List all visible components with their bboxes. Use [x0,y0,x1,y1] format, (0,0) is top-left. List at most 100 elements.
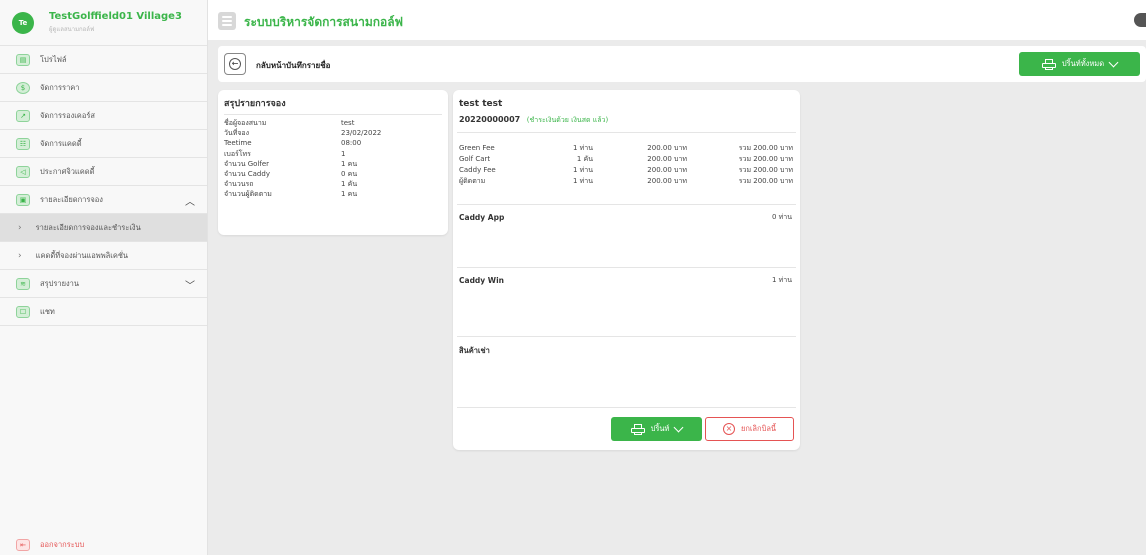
booking-detail-card: test test 20220000007 (ชำระเงินด้วย เงิน… [453,90,800,450]
sidebar-item-app-caddy[interactable]: › แคดดี้ที่จองผ่านแอพพลิเคชั่น [0,242,207,270]
logout-button[interactable]: ⇤ ออกจากระบบ [16,539,84,551]
sidebar-item-pricing[interactable]: $ จัดการราคา [0,74,207,102]
fee-price: 200.00 บาท [647,155,687,163]
summary-title: สรุปรายการจอง [224,96,442,115]
fee-item: Golf Cart [459,155,491,163]
chevron-up-icon: ︿ [185,197,195,208]
printer-icon [630,423,645,435]
summary-key: จำนวน Golfer [224,159,270,168]
summary-value: 1 คน [341,190,358,199]
print-label: ปริ้นท์ [650,424,670,433]
user-profile: Te TestGolffield01 Village3 ผู้ดูแลสนามก… [0,0,207,46]
id-card-icon: ▤ [16,53,30,66]
printer-icon [1041,58,1056,70]
fee-total: รวม 200.00 บาท [738,144,793,152]
sidebar-item-course[interactable]: ↗ จัดการรองเคอร์ส [0,102,207,130]
summary-value: 1 [341,149,346,158]
customer-name: test test [459,99,503,109]
chevron-down-icon: ﹀ [185,281,195,292]
dark-mode-toggle-icon[interactable] [1134,13,1146,27]
cancel-label: ยกเลิกบิลนี้ [740,424,777,433]
caddy-app-label: Caddy App [459,213,505,222]
rental-products-section: สินค้าเช่า [457,336,796,357]
logout-icon: ⇤ [16,539,30,551]
print-button[interactable]: ปริ้นท์ [611,417,702,441]
summary-key: จำนวนรถ [224,180,254,189]
summary-value: 1 คน [341,159,358,168]
close-circle-icon: × [722,423,735,435]
sidebar-item-booking-payment[interactable]: › รายละเอียดการจองและชำระเงิน [0,214,207,242]
fee-qty: 1 ท่าน [572,177,593,185]
action-divider [457,407,796,408]
back-button[interactable]: ← [224,53,246,75]
caddy-win-section: Caddy Win 1 ท่าน [457,267,796,285]
chevron-down-icon [1108,57,1119,67]
menu-icon[interactable] [218,12,236,30]
summary-value: 1 คัน [341,180,358,189]
fee-price: 200.00 บาท [647,177,687,185]
caddy-app-value: 0 ท่าน [771,213,792,221]
sidebar: Te TestGolffield01 Village3 ผู้ดูแลสนามก… [0,0,208,555]
summary-row: Teetime 08:00 [224,138,442,148]
sidebar-item-label: แคดดี้ที่จองผ่านแอพพลิเคชั่น [35,250,129,260]
sidebar-item-label: โปรไฟล์ [40,54,67,64]
fee-price: 200.00 บาท [647,166,687,174]
fee-price: 200.00 บาท [647,144,687,152]
list-icon: ▣ [16,193,30,206]
fee-total: รวม 200.00 บาท [738,177,793,185]
summary-value: 0 คน [341,170,358,179]
print-all-button[interactable]: ปริ้นท์ทั้งหมด [1019,52,1140,76]
booking-number: 20220000007 [459,115,521,124]
sidebar-item-booking-details[interactable]: ▣ รายละเอียดการจอง ︿ [0,186,207,214]
chevron-right-icon: › [18,250,22,261]
back-label: กลับหน้าบันทึกรายชื่อ [256,61,331,70]
sidebar-item-caddy-announce[interactable]: ◁ ประกาศจิวแคดดี้ [0,158,207,186]
avatar: Te [12,11,34,34]
sidebar-item-label: สรุปรายงาน [40,278,80,288]
sidebar-item-caddy[interactable]: ☷ จัดการแคดดี้ [0,130,207,158]
summary-row: วันที่จอง 23/02/2022 [224,128,442,138]
sidebar-item-reports[interactable]: ≋ สรุปรายงาน ﹀ [0,270,207,298]
app-title: ระบบบริหารจัดการสนามกอล์ฟ [244,15,404,29]
fee-row: Golf Cart 1 คัน 200.00 บาท รวม 200.00 บา… [459,154,794,165]
summary-value: 08:00 [341,139,362,148]
fee-qty: 1 คัน [576,155,593,163]
page-toolbar: ← กลับหน้าบันทึกรายชื่อ ปริ้นท์ทั้งหมด [218,46,1146,82]
print-all-label: ปริ้นท์ทั้งหมด [1061,59,1105,68]
cancel-bill-button[interactable]: × ยกเลิกบิลนี้ [705,417,794,441]
sidebar-item-label: จัดการรองเคอร์ส [40,110,95,120]
logout-label: ออกจากระบบ [40,540,85,549]
fee-item: ผู้ติดตาม [459,177,486,185]
sidebar-item-label: รายละเอียดการจอง [40,194,103,204]
sidebar-item-label: จัดการแคดดี้ [40,138,82,148]
megaphone-icon: ◁ [16,165,30,178]
fee-item: Green Fee [459,144,495,152]
sidebar-item-profile[interactable]: ▤ โปรไฟล์ [0,46,207,74]
fee-total: รวม 200.00 บาท [738,166,793,174]
chevron-right-icon: › [18,222,22,233]
summary-key: ชื่อผู้จองสนาม [224,119,267,127]
fee-row: ผู้ติดตาม 1 ท่าน 200.00 บาท รวม 200.00 บ… [459,176,794,187]
chevron-down-icon [673,422,684,432]
caddy-win-value: 1 ท่าน [771,276,792,284]
users-icon: ☷ [16,137,30,150]
sidebar-item-label: รายละเอียดการจองและชำระเงิน [35,222,141,232]
chat-icon: ☐ [16,305,30,318]
sidebar-item-label: จัดการราคา [40,82,80,92]
sidebar-item-label: แชท [40,306,55,316]
summary-key: จำนวนผู้ติดตาม [224,190,272,199]
fee-total: รวม 200.00 บาท [738,155,793,163]
summary-row: เบอร์โทร 1 [224,149,442,159]
sidebar-item-chat[interactable]: ☐ แชท [0,298,207,326]
summary-row: จำนวนผู้ติดตาม 1 คน [224,189,442,199]
fee-item: Caddy Fee [459,166,496,174]
app-header: ระบบบริหารจัดการสนามกอล์ฟ [208,0,1146,40]
chart-icon: ↗ [16,109,30,122]
user-role: ผู้ดูแลสนามกอล์ฟ [49,26,95,33]
arrow-left-icon: ← [229,58,241,70]
payment-status: (ชำระเงินด้วย เงินสด แล้ว) [526,116,609,124]
summary-row: จำนวน Golfer 1 คน [224,159,442,169]
summary-key: Teetime [224,139,252,148]
fee-row: Caddy Fee 1 ท่าน 200.00 บาท รวม 200.00 บ… [459,165,794,176]
summary-value: 23/02/2022 [341,129,382,138]
